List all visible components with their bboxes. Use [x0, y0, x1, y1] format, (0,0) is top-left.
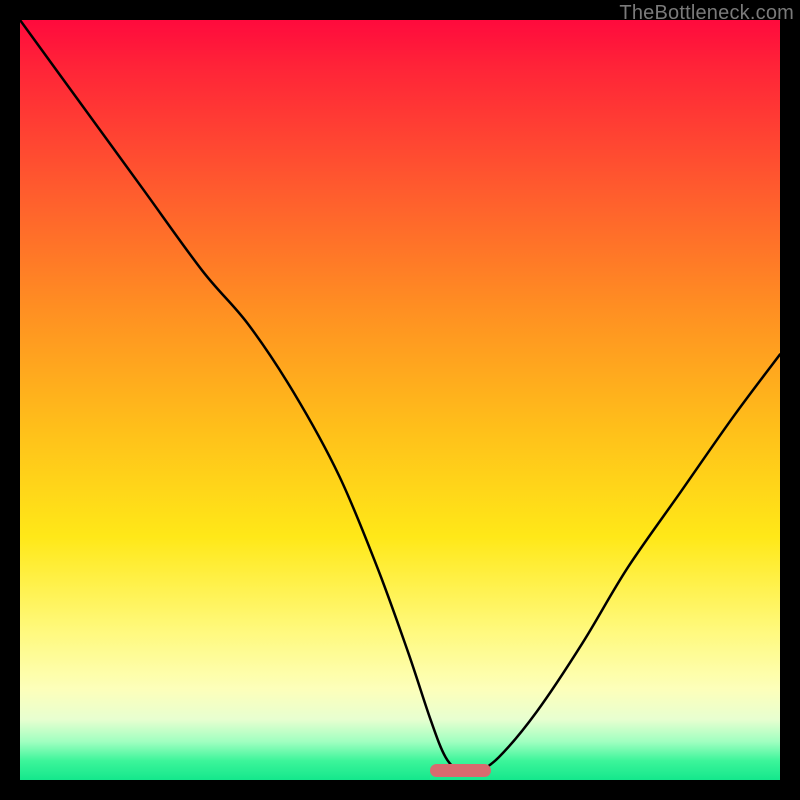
optimal-range-marker: [430, 764, 491, 777]
bottleneck-curve: [20, 20, 780, 780]
plot-area: [20, 20, 780, 780]
chart-frame: TheBottleneck.com: [0, 0, 800, 800]
